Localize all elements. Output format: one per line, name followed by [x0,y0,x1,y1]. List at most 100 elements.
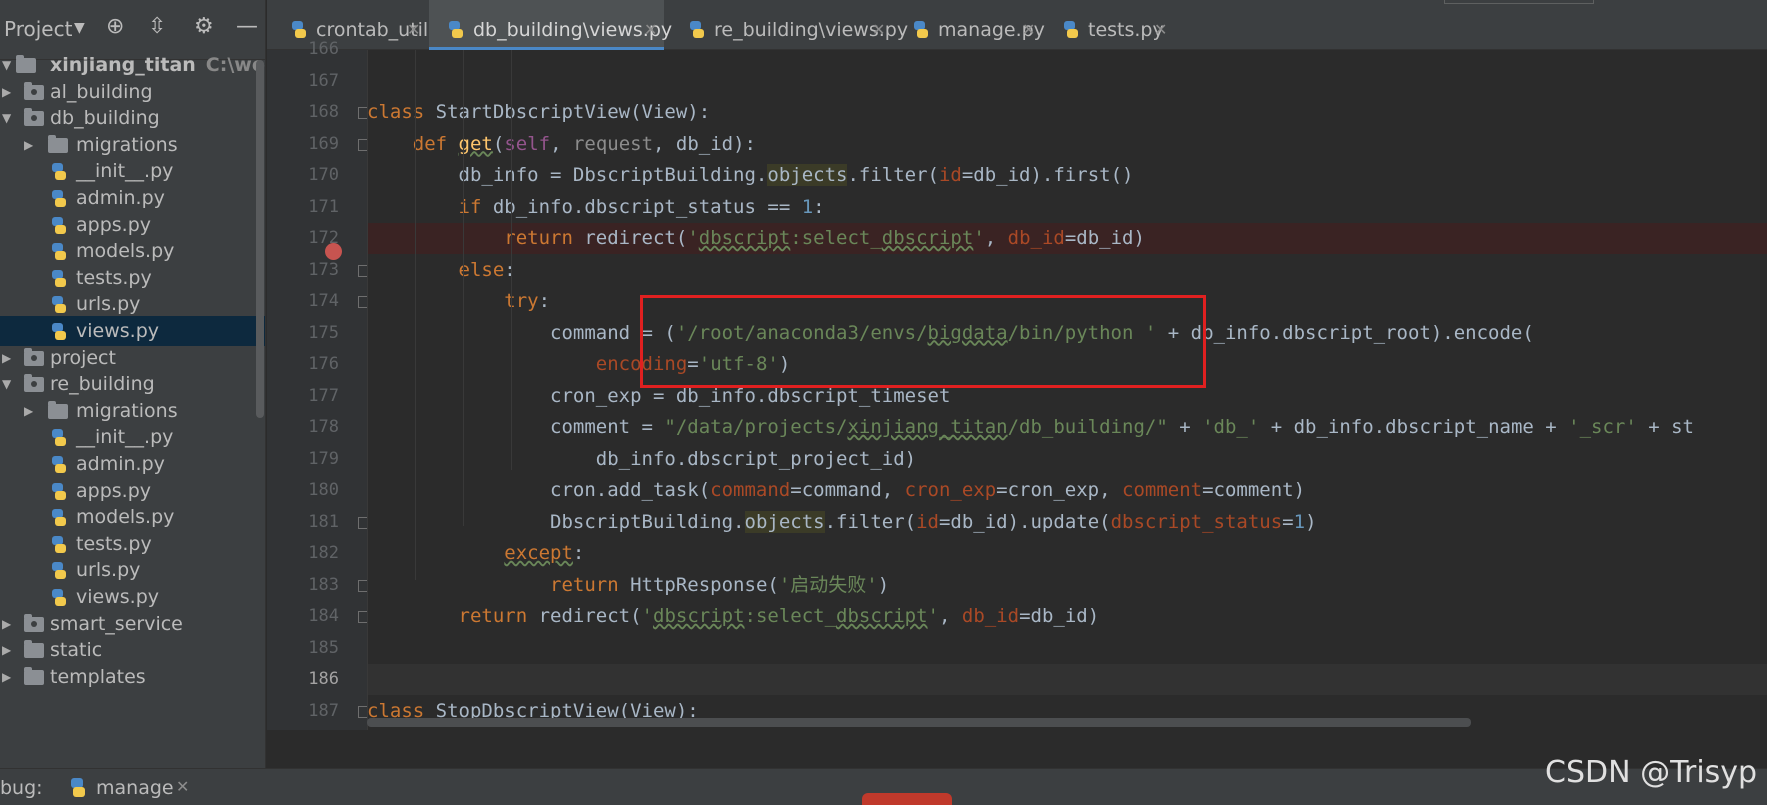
code-line[interactable]: def get(self, request, db_id): [367,129,1767,160]
line-number: 181 [308,511,339,532]
tree-item-label: models.py [76,502,174,532]
chevron-right-icon[interactable]: ▶ [2,635,11,665]
tree-item[interactable]: tests.py [0,263,265,293]
tree-item[interactable]: __init__.py [0,156,265,186]
python-file-icon [52,269,66,287]
code-line[interactable]: db_info.dbscript_project_id) [367,444,1767,475]
tree-item[interactable]: apps.py [0,210,265,240]
chevron-down-icon[interactable]: ▼ [2,369,11,399]
locate-file-icon[interactable]: ⊕ [106,14,124,39]
code-line[interactable] [367,66,1767,97]
code-line[interactable]: return redirect('dbscript:select_dbscrip… [367,223,1767,254]
indent-guide [511,50,512,470]
tree-item[interactable]: ▶ static [0,635,265,665]
python-file-icon [52,190,66,207]
tree-item-text: __init__.py [76,426,174,449]
python-file-icon [52,589,66,606]
code-line[interactable]: comment = "/data/projects/xinjiang_titan… [367,412,1767,443]
chevron-right-icon[interactable]: ▶ [2,609,11,639]
tree-item-label: tests.py [76,529,152,559]
tree-item-text: migrations [76,133,178,156]
tree-item-label: views.py [76,582,159,612]
code-line[interactable]: class StartDbscriptView(View): [367,97,1767,128]
code-line[interactable]: return redirect('dbscript:select_dbscrip… [367,601,1767,632]
tree-item[interactable]: admin.py [0,449,265,479]
line-number: 167 [308,70,339,91]
line-number: 178 [308,417,339,437]
code-line[interactable]: if db_info.dbscript_status == 1: [367,192,1767,223]
editor-gutter[interactable]: 166 167 168 169 170 171 172 173 174 175 176 177 178 1… [267,39,370,730]
python-file-icon [52,163,66,181]
editor-tab[interactable]: db_building\views.py ✕ [429,0,672,50]
chevron-right-icon[interactable]: ▶ [24,396,33,426]
chevron-down-icon[interactable]: ▼ [2,50,11,80]
line-number: 180 [308,480,339,500]
minimize-icon[interactable]: — [236,14,258,39]
tree-item[interactable]: tests.py [0,529,265,559]
close-icon[interactable]: ✕ [176,777,189,796]
tree-item[interactable]: views.py [0,582,265,612]
tree-scrollbar[interactable] [256,60,264,418]
code-editor[interactable]: class StartDbscriptView(View): def get(s… [367,50,1767,730]
gear-icon[interactable]: ⚙ [194,14,214,39]
chevron-right-icon[interactable]: ▶ [24,130,33,160]
tree-item[interactable]: apps.py [0,476,265,506]
chevron-right-icon[interactable]: ▶ [2,343,11,373]
tree-item-text: apps.py [76,213,152,236]
tree-item[interactable]: urls.py [0,289,265,319]
code-line[interactable] [367,633,1767,664]
tree-item[interactable]: ▶ templates [0,662,265,692]
chevron-down-icon[interactable]: ▼ [74,20,85,36]
editor-tab[interactable]: re_building\views.py ✕ [670,0,908,50]
python-file-icon [52,296,66,314]
debug-tab-label: manage [96,777,174,799]
tree-item[interactable]: ▶ migrations [0,396,265,426]
tree-item-label: re_building [50,369,155,399]
tree-item-text: static [50,639,103,662]
project-view-selector[interactable]: Project [4,17,72,41]
tree-item-label: smart_service [50,609,183,639]
python-file-icon [449,21,463,38]
tree-item[interactable]: ▶ smart_service [0,609,265,639]
code-line[interactable]: except: [367,538,1767,569]
editor-tab[interactable]: tests.py ✕ [1044,0,1174,50]
chevron-right-icon[interactable]: ▶ [2,77,11,107]
tree-item[interactable]: ▼ xinjiang_titanC:\work\Pych [0,50,265,80]
line-number: 179 [308,448,339,469]
line-number: 186 [308,669,339,689]
tree-item[interactable]: ▶ project [0,343,265,373]
tree-item[interactable]: admin.py [0,183,265,213]
tree-item-label: xinjiang_titanC:\work\Pych [50,50,265,80]
indent-guide [367,50,368,730]
tree-item-text: urls.py [76,293,141,316]
chevron-down-icon[interactable]: ▼ [2,103,11,133]
tree-item[interactable]: models.py [0,236,265,266]
python-file-icon [1064,21,1078,38]
horizontal-scrollbar[interactable] [367,718,1471,727]
collapse-all-icon[interactable]: ⇳ [148,14,166,39]
code-line[interactable]: return HttpResponse('启动失败') [367,570,1767,601]
tree-item[interactable]: models.py [0,502,265,532]
line-number: 176 [308,354,339,374]
indent-guide [415,50,416,580]
code-line[interactable]: else: [367,255,1767,286]
editor-tabbar: crontab_utils.py ✕ db_building\views.py ✕ re… [267,0,1767,50]
code-line[interactable] [367,664,1767,695]
tree-item-text: migrations [76,399,178,422]
code-line[interactable]: cron.add_task(command=command, cron_exp=… [367,475,1767,506]
tree-item[interactable]: ▶ al_building [0,77,265,107]
tree-item[interactable]: ▶ migrations [0,130,265,160]
tree-item[interactable]: ▼ db_building [0,103,265,133]
editor-tab[interactable]: manage.py ✕ [894,0,1045,50]
tree-item[interactable]: ▼ re_building [0,369,265,399]
line-number: 174 [308,291,339,311]
code-line[interactable]: db_info = DbscriptBuilding.objects.filte… [367,160,1767,191]
chevron-right-icon[interactable]: ▶ [2,662,11,692]
tree-item[interactable]: urls.py [0,555,265,585]
tree-item[interactable]: views.py [0,316,265,346]
floating-widget[interactable] [862,793,952,805]
breakpoint-icon[interactable] [325,243,342,260]
code-line[interactable] [367,50,1767,65]
tree-item[interactable]: __init__.py [0,422,265,452]
code-line[interactable]: DbscriptBuilding.objects.filter(id=db_id… [367,507,1767,538]
